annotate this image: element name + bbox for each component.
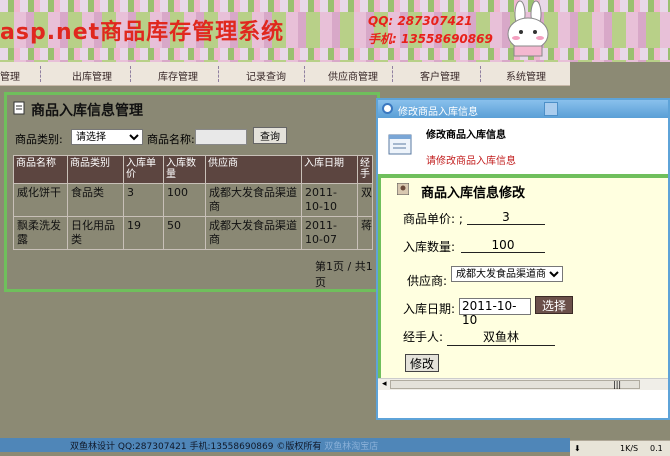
col-header: 入库日期 bbox=[301, 155, 358, 184]
dialog-head-subtitle: 请修改商品入库信息 bbox=[426, 156, 516, 167]
tray-value: 0.1 bbox=[650, 444, 663, 453]
col-header: 供应商 bbox=[205, 155, 302, 184]
inbound-panel: 商品入库信息管理 商品类别: 请选择 商品名称: 查询 商品名称 商品类别 入库… bbox=[4, 92, 380, 292]
edit-dialog: 修改商品入库信息 修改商品入库信息 请修改商品入库信息 商品入库信息修改 商品单… bbox=[376, 98, 670, 420]
panel-title-text: 商品入库信息管理 bbox=[31, 103, 143, 119]
table-row[interactable]: 威化饼干 食品类 3 100 成都大发食品渠道商 2011-10-10 双鱼林 bbox=[13, 183, 373, 217]
document-icon bbox=[13, 101, 25, 115]
dialog-header: 修改商品入库信息 请修改商品入库信息 bbox=[378, 118, 668, 174]
nav-item-customer[interactable]: 客户管理 bbox=[420, 68, 460, 83]
dialog-head-title: 修改商品入库信息 bbox=[426, 130, 506, 141]
nav-item-0[interactable]: 管理 bbox=[0, 68, 20, 83]
search-bar: 商品类别: 请选择 商品名称: 查询 bbox=[11, 125, 376, 149]
browser-icon bbox=[382, 103, 393, 114]
scroll-thumb[interactable]: ||| bbox=[390, 380, 640, 389]
supplier-label: 供应商: bbox=[407, 274, 448, 288]
col-header: 商品类别 bbox=[67, 155, 124, 184]
footer-text: 双鱼林设计 QQ:287307421 手机:13558690869 ©版权所有 bbox=[70, 442, 322, 452]
scroll-left-icon[interactable]: ◂ bbox=[382, 379, 387, 389]
edit-user-icon bbox=[397, 183, 409, 195]
qty-label: 入库数量: bbox=[403, 240, 456, 254]
inbound-table: 商品名称 商品类别 入库单价 入库数量 供应商 入库日期 经手 威化饼干 食品类… bbox=[13, 155, 373, 250]
col-header: 入库数量 bbox=[163, 155, 206, 184]
submit-button[interactable]: 修改 bbox=[405, 354, 440, 372]
col-header: 商品名称 bbox=[13, 155, 68, 184]
pager-text: 第1页 / 共1页 bbox=[315, 260, 373, 289]
scroll-grip-icon: ||| bbox=[613, 380, 622, 389]
date-field[interactable]: 2011-10-10 bbox=[459, 298, 531, 327]
banner-decoration-top bbox=[0, 0, 670, 12]
price-label: 商品单价: ; bbox=[403, 212, 463, 226]
price-field[interactable]: 3 bbox=[467, 210, 545, 225]
table-row[interactable]: 飘柔洗发露 日化用品类 19 50 成都大发食品渠道商 2011-10-07 蒋… bbox=[13, 216, 373, 250]
site-title: asp.net商品库存管理系统 bbox=[0, 20, 285, 45]
contact-phone: 手机: 13558690869 bbox=[368, 32, 493, 46]
banner-decoration-bottom bbox=[0, 48, 670, 60]
category-select[interactable]: 请选择 bbox=[71, 129, 143, 145]
dialog-titlebar[interactable]: 修改商品入库信息 bbox=[378, 100, 668, 118]
name-input[interactable] bbox=[195, 129, 247, 145]
handler-label: 经手人: bbox=[403, 330, 444, 344]
handler-field[interactable]: 双鱼林 bbox=[447, 328, 555, 346]
form-section-title: 商品入库信息修改 bbox=[381, 178, 668, 201]
nav-item-supplier[interactable]: 供应商管理 bbox=[328, 68, 378, 83]
nav-item-records[interactable]: 记录查询 bbox=[246, 68, 286, 83]
date-label: 入库日期: bbox=[403, 302, 456, 316]
nav-item-outbound[interactable]: 出库管理 bbox=[72, 68, 112, 83]
footer: 双鱼林设计 QQ:287307421 手机:13558690869 ©版权所有 … bbox=[0, 438, 570, 452]
dialog-form: 商品入库信息修改 商品单价: ; 3 入库数量: 100 供应商: 成都大发食品… bbox=[378, 174, 668, 378]
category-label: 商品类别: bbox=[15, 133, 63, 146]
panel-title: 商品入库信息管理 bbox=[7, 95, 377, 121]
header-banner: asp.net商品库存管理系统 QQ: 287307421 手机: 135586… bbox=[0, 0, 670, 62]
col-header: 入库单价 bbox=[123, 155, 164, 184]
dialog-window-title: 修改商品入库信息 bbox=[398, 107, 478, 118]
contact-qq: QQ: 287307421 bbox=[368, 14, 473, 28]
footer-link[interactable]: 双鱼林淘宝店 bbox=[324, 442, 378, 452]
form-window-icon bbox=[388, 134, 412, 155]
status-tray: ⬇ 1K/S 0.1 bbox=[570, 440, 670, 456]
nav-item-stock[interactable]: 库存管理 bbox=[158, 68, 198, 83]
date-pick-button[interactable]: 选择 bbox=[535, 296, 574, 314]
tray-speed: 1K/S bbox=[620, 444, 639, 453]
nav-item-system[interactable]: 系统管理 bbox=[506, 68, 546, 83]
main-nav: 管理 出库管理 库存管理 记录查询 供应商管理 客户管理 系统管理 bbox=[0, 62, 570, 86]
table-header-row: 商品名称 商品类别 入库单价 入库数量 供应商 入库日期 经手 bbox=[13, 155, 373, 184]
search-button[interactable]: 查询 bbox=[253, 127, 287, 144]
supplier-select[interactable]: 成都大发食品渠道商 bbox=[451, 266, 563, 282]
dialog-close-icon[interactable] bbox=[544, 102, 558, 116]
col-header: 经手 bbox=[357, 155, 373, 184]
qty-field[interactable]: 100 bbox=[461, 238, 545, 253]
tray-arrow-icon[interactable]: ⬇ bbox=[574, 444, 581, 453]
bunny-mascot-icon bbox=[507, 0, 549, 57]
horizontal-scrollbar[interactable]: ◂ ||| bbox=[378, 378, 668, 390]
name-label: 商品名称: bbox=[147, 133, 195, 146]
